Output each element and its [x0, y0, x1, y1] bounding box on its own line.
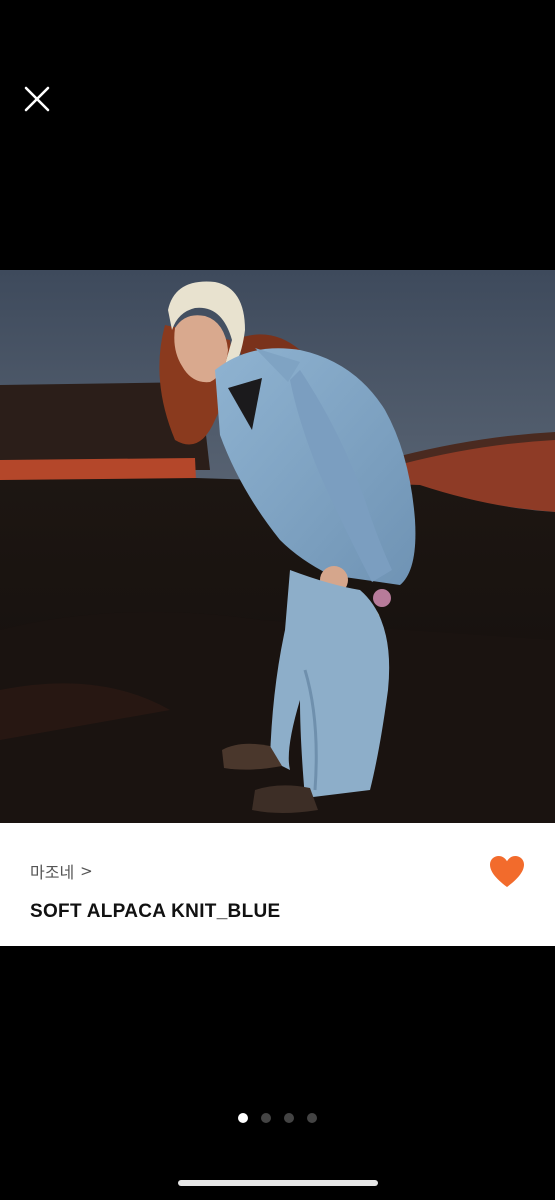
product-info-panel: 마조네 > SOFT ALPACA KNIT_BLUE [0, 823, 555, 946]
close-button[interactable] [16, 78, 58, 120]
close-icon [24, 86, 50, 112]
product-image[interactable] [0, 270, 555, 823]
brand-name: 마조네 [30, 863, 75, 882]
gallery-pagination [0, 1113, 555, 1123]
page-dot-1[interactable] [238, 1113, 248, 1123]
page-dot-2[interactable] [261, 1113, 271, 1123]
like-button[interactable] [489, 855, 525, 889]
chevron-right-icon: > [80, 862, 93, 880]
heart-icon [490, 856, 524, 887]
page-dot-4[interactable] [307, 1113, 317, 1123]
home-indicator [178, 1180, 378, 1186]
page-dot-3[interactable] [284, 1113, 294, 1123]
product-photo [0, 270, 555, 823]
product-name: SOFT ALPACA KNIT_BLUE [30, 901, 281, 922]
brand-link[interactable]: 마조네 > [30, 859, 93, 883]
